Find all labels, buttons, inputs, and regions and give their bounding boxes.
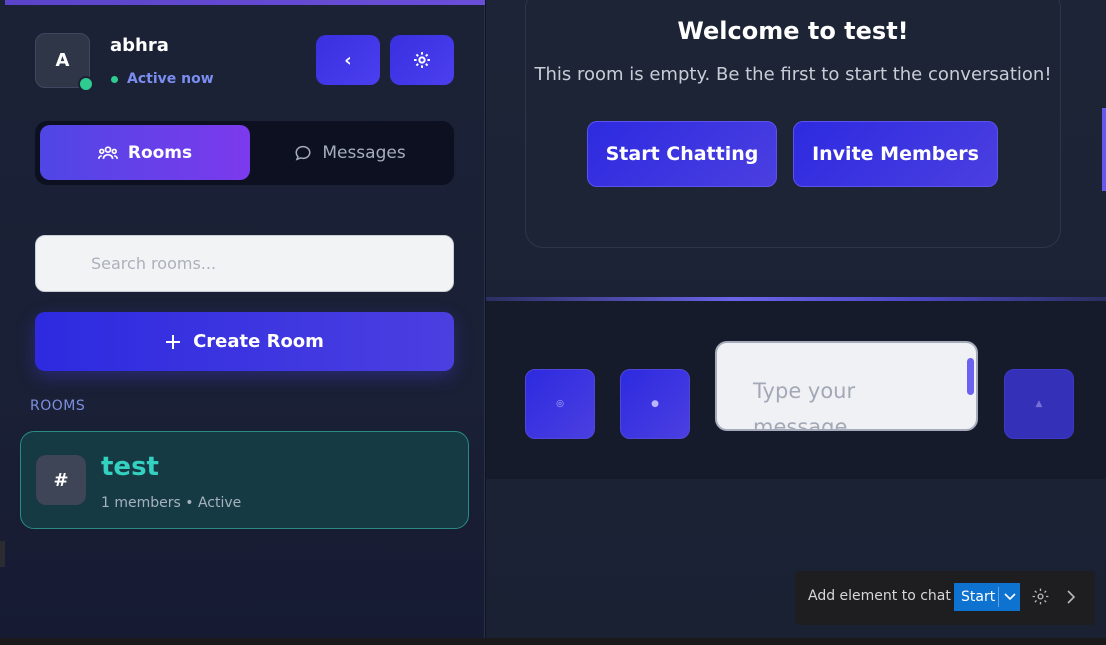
welcome-title: Welcome to test! xyxy=(677,17,909,45)
send-icon: ▲ xyxy=(1035,399,1043,409)
room-list-item[interactable] xyxy=(20,431,469,529)
rooms-section-heading: ROOMS xyxy=(30,398,86,414)
panel-edge xyxy=(1102,108,1106,191)
window-edge xyxy=(0,541,5,567)
users-icon xyxy=(97,145,118,159)
window-bottom-edge xyxy=(0,638,1106,645)
collapse-sidebar-button[interactable]: ‹ xyxy=(316,35,380,85)
add-element-label: Add element to chat xyxy=(808,588,951,604)
plus-icon xyxy=(166,334,181,349)
welcome-subtitle: This room is empty. Be the first to star… xyxy=(534,64,1052,85)
gear-icon xyxy=(414,52,430,68)
gear-icon[interactable] xyxy=(1031,587,1051,607)
start-label: Start xyxy=(961,589,996,605)
search-input[interactable] xyxy=(35,235,454,292)
sidebar-accent-bar xyxy=(5,0,485,5)
online-indicator xyxy=(78,76,94,92)
hash-icon: # xyxy=(36,455,86,505)
chat-bubble-icon xyxy=(295,145,311,161)
tab-rooms[interactable]: Rooms xyxy=(40,125,250,180)
start-chatting-button[interactable]: Start Chatting xyxy=(587,121,777,187)
emoji-button[interactable]: ◎ xyxy=(525,369,595,439)
settings-button[interactable] xyxy=(390,35,454,85)
attach-icon: ● xyxy=(651,399,659,409)
tab-messages-label: Messages xyxy=(322,142,406,163)
emoji-icon: ◎ xyxy=(556,399,564,409)
create-room-label: Create Room xyxy=(193,331,324,352)
message-input-scrollbar[interactable] xyxy=(967,358,974,395)
avatar-letter: A xyxy=(55,50,70,71)
status-dot xyxy=(111,76,118,83)
send-button[interactable]: ▲ xyxy=(1004,369,1074,439)
chevron-right-icon[interactable] xyxy=(1066,589,1080,605)
chevron-down-icon[interactable] xyxy=(999,593,1020,601)
create-room-button[interactable]: Create Room xyxy=(35,312,454,371)
invite-members-button[interactable]: Invite Members xyxy=(793,121,998,187)
room-meta: 1 members • Active xyxy=(101,495,242,511)
tab-rooms-label: Rooms xyxy=(127,142,193,163)
room-name: test xyxy=(101,452,159,482)
attach-button[interactable]: ● xyxy=(620,369,690,439)
tab-messages[interactable]: Messages xyxy=(250,125,450,180)
message-input[interactable]: Type your message... xyxy=(715,341,978,431)
user-status: Active now xyxy=(127,71,214,87)
chevron-left-icon: ‹ xyxy=(344,49,352,71)
start-button[interactable]: Start xyxy=(954,583,1020,611)
username: abhra xyxy=(110,35,169,56)
